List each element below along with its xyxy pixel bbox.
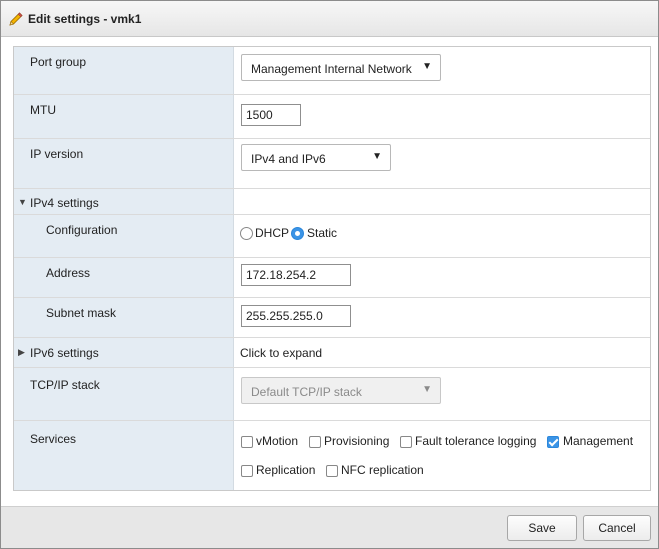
pencil-icon	[9, 12, 23, 26]
tcpip-stack-select: Default TCP/IP stack ▼	[241, 377, 441, 404]
ip-version-label: IP version	[30, 147, 84, 161]
static-label[interactable]: Static	[307, 226, 337, 240]
dialog-footer: Save Cancel	[1, 506, 658, 548]
port-group-value: Management Internal Network	[251, 62, 412, 76]
provisioning-checkbox[interactable]	[309, 436, 321, 448]
dhcp-label[interactable]: DHCP	[255, 226, 289, 240]
caret-down-icon: ▼	[422, 384, 432, 395]
services-label: Services	[30, 432, 77, 446]
configuration-label: Configuration	[46, 223, 118, 237]
triangle-right-icon[interactable]: ▶	[18, 348, 25, 357]
triangle-down-icon[interactable]: ▼	[18, 198, 27, 207]
row-mtu: MTU 1500	[14, 95, 650, 139]
address-input[interactable]: 172.18.254.2	[241, 264, 351, 286]
management-label[interactable]: Management	[563, 434, 633, 448]
dialog-title: Edit settings - vmk1	[28, 12, 142, 26]
management-checkbox[interactable]	[547, 436, 559, 448]
ipv6-expand-hint[interactable]: Click to expand	[240, 346, 322, 360]
address-label: Address	[46, 266, 91, 280]
row-ip-version: IP version IPv4 and IPv6 ▼	[14, 139, 650, 189]
fault-tolerance-logging-label[interactable]: Fault tolerance logging	[415, 434, 536, 448]
vmotion-checkbox[interactable]	[241, 436, 253, 448]
cancel-button[interactable]: Cancel	[583, 515, 651, 541]
dialog-titlebar: Edit settings - vmk1	[1, 1, 658, 37]
mtu-label: MTU	[30, 103, 56, 117]
row-port-group: Port group Management Internal Network ▼	[14, 47, 650, 95]
subnet-mask-label: Subnet mask	[46, 306, 117, 320]
edit-settings-dialog: Edit settings - vmk1 Port group Manageme…	[0, 0, 659, 549]
port-group-select[interactable]: Management Internal Network ▼	[241, 54, 441, 81]
static-radio[interactable]	[291, 227, 304, 240]
row-subnet-mask: Subnet mask 255.255.255.0	[14, 298, 650, 338]
provisioning-label[interactable]: Provisioning	[324, 434, 389, 448]
dhcp-radio[interactable]	[240, 227, 253, 240]
row-tcpip-stack: TCP/IP stack Default TCP/IP stack ▼	[14, 368, 650, 421]
fault-tolerance-logging-checkbox[interactable]	[400, 436, 412, 448]
vmotion-label[interactable]: vMotion	[256, 434, 298, 448]
ipv4-settings-label[interactable]: IPv4 settings	[30, 196, 99, 210]
settings-form: Port group Management Internal Network ▼…	[13, 46, 651, 491]
mtu-input[interactable]: 1500	[241, 104, 301, 126]
ip-version-value: IPv4 and IPv6	[251, 152, 326, 166]
nfc-replication-checkbox[interactable]	[326, 465, 338, 477]
row-configuration: Configuration DHCP Static	[14, 215, 650, 258]
subnet-mask-input[interactable]: 255.255.255.0	[241, 305, 351, 327]
row-services: Services vMotion Provisioning Fault tole…	[14, 421, 650, 490]
caret-down-icon: ▼	[422, 61, 432, 72]
row-address: Address 172.18.254.2	[14, 258, 650, 298]
ipv6-settings-label[interactable]: IPv6 settings	[30, 346, 99, 360]
replication-label[interactable]: Replication	[256, 463, 315, 477]
tcpip-stack-label: TCP/IP stack	[30, 378, 100, 392]
tcpip-stack-value: Default TCP/IP stack	[251, 385, 362, 399]
ip-version-select[interactable]: IPv4 and IPv6 ▼	[241, 144, 391, 171]
port-group-label: Port group	[30, 55, 87, 69]
replication-checkbox[interactable]	[241, 465, 253, 477]
save-button[interactable]: Save	[507, 515, 577, 541]
row-ipv4-settings[interactable]: ▼ IPv4 settings	[14, 189, 650, 215]
caret-down-icon: ▼	[372, 151, 382, 162]
row-ipv6-settings[interactable]: ▶ IPv6 settings Click to expand	[14, 338, 650, 368]
nfc-replication-label[interactable]: NFC replication	[341, 463, 424, 477]
